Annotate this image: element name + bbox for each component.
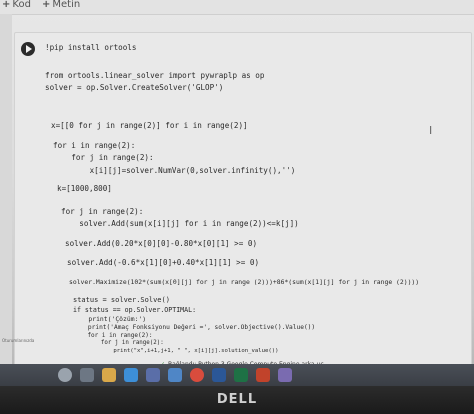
code-line: for j in range(2): <box>73 340 164 346</box>
code-editor[interactable]: !pip install ortools from ortools.linear… <box>45 33 465 369</box>
code-line: solver.Add(sum(x[i][j] for i in range(2)… <box>61 219 299 228</box>
search-icon[interactable] <box>58 368 72 382</box>
code-line: solver.Maximize(102*(sum(x[0][j] for j i… <box>69 278 420 286</box>
text-cursor-icon: I <box>429 124 433 137</box>
code-line: x[i][j]=solver.NumVar(0,solver.infinity(… <box>53 166 296 175</box>
mail-icon[interactable] <box>168 368 182 382</box>
chrome-icon[interactable] <box>190 368 204 382</box>
code-line: for j in range(2): <box>61 207 144 216</box>
plus-icon: + <box>42 0 51 10</box>
code-cell[interactable]: !pip install ortools from ortools.linear… <box>14 32 472 370</box>
browser-icon[interactable] <box>124 368 138 382</box>
code-line: if status == op.Solver.OPTIMAL: <box>73 306 197 314</box>
app-icon[interactable] <box>278 368 292 382</box>
notebook-toolbar: + Kod + Metin <box>0 0 474 15</box>
colab-screen: + Kod + Metin !pip install ortools from or… <box>0 0 474 378</box>
code-line: x=[[0 for j in range(2)] for i in range(… <box>51 121 248 130</box>
file-explorer-icon[interactable] <box>102 368 116 382</box>
dell-logo: DELL <box>216 392 258 407</box>
code-line: status = solver.Solve() <box>73 296 170 304</box>
code-line: print('Çözüm:') <box>73 315 147 323</box>
left-panel <box>0 14 12 378</box>
code-line: solver.Add(-0.6*x[1][0]+0.40*x[1][1] >= … <box>67 258 260 267</box>
store-icon[interactable] <box>146 368 160 382</box>
code-line: from ortools.linear_solver import pywrap… <box>45 71 265 80</box>
plus-icon: + <box>2 0 11 10</box>
code-line: for i in range(2): <box>73 332 153 339</box>
add-text-button[interactable]: + Metin <box>42 0 80 12</box>
side-panel-note: Oturumlarınızda <box>2 338 35 343</box>
code-line: for i in range(2): <box>53 141 136 150</box>
code-line: solver = op.Solver.CreateSolver('GLOP') <box>45 83 224 92</box>
excel-icon[interactable] <box>234 368 248 382</box>
word-icon[interactable] <box>212 368 226 382</box>
code-line: for j in range(2): <box>53 153 154 162</box>
code-line: solver.Add(0.20*x[0][0]-0.80*x[0][1] >= … <box>65 239 258 248</box>
code-line: print("x",i+1,j+1, " ", x[i][j].solution… <box>73 348 279 354</box>
task-view-icon[interactable] <box>80 368 94 382</box>
code-line: !pip install ortools <box>45 43 137 52</box>
code-line: print('Amaç Fonksiyonu Değeri =', solver… <box>73 324 316 331</box>
powerpoint-icon[interactable] <box>256 368 270 382</box>
windows-taskbar <box>0 364 474 386</box>
code-line: k=[1000,800] <box>57 184 112 193</box>
add-code-button[interactable]: + Kod <box>2 0 31 12</box>
run-cell-button[interactable] <box>21 42 35 56</box>
